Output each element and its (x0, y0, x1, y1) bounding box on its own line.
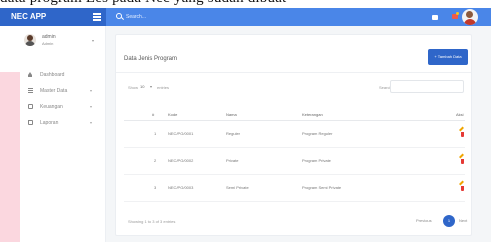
home-icon (28, 72, 32, 77)
table-row: 2 NEC/PG/0002 Private Program Private (124, 148, 465, 175)
user-avatar[interactable] (24, 34, 36, 46)
caption-text: data program Les pada Nec yang sudah dib… (0, 0, 491, 8)
top-navbar: NEC APP (0, 8, 491, 26)
caption: data program Les pada Nec yang sudah dib… (0, 0, 491, 8)
sidebar-item-master-data[interactable]: Master Data ▾ (28, 86, 98, 96)
side-decoration (0, 72, 20, 242)
sidebar-item-label: Dashboard (40, 72, 65, 78)
table-row: 3 NEC/PG/0003 Semi Private Program Semi … (124, 175, 465, 202)
sidebar-item-keuangan[interactable]: Keuangan ▾ (28, 102, 98, 112)
edit-icon[interactable] (459, 180, 464, 186)
page-size-select[interactable]: 10 (140, 84, 144, 90)
data-card: Data Jenis Program + Tambah Data Show 10… (115, 34, 472, 236)
list-icon (28, 88, 33, 93)
row-keterangan: Program Semi Private (302, 185, 342, 190)
table-row: 1 NEC/PG/0001 Reguler Program Reguler (124, 121, 465, 148)
row-nama: Semi Private (226, 185, 249, 190)
column-header-number[interactable]: # (152, 112, 154, 118)
delete-icon[interactable] (461, 159, 464, 164)
entries-label: entries (157, 85, 170, 90)
edit-icon[interactable] (459, 126, 464, 132)
search-icon[interactable] (116, 13, 122, 19)
row-number: 3 (154, 185, 157, 190)
chevron-down-icon: ▾ (90, 88, 93, 93)
chevron-down-icon[interactable]: ▾ (150, 84, 152, 90)
add-data-button[interactable]: + Tambah Data (428, 49, 468, 65)
pagination-next[interactable]: Next (459, 218, 467, 224)
search-input[interactable] (126, 12, 186, 22)
row-nama: Private (226, 158, 239, 163)
row-keterangan: Program Private (302, 158, 331, 163)
user-name: admin (42, 34, 56, 40)
table-info: Showing 1 to 3 of 3 entries (128, 219, 176, 224)
brand-bar: NEC APP (0, 8, 106, 26)
user-menu-caret-icon[interactable]: ▾ (92, 38, 94, 43)
menu-toggle-icon[interactable] (93, 13, 101, 21)
show-label: Show (128, 85, 139, 90)
notification-icon[interactable] (432, 15, 438, 20)
sidebar-item-label: Laporan (40, 120, 59, 126)
sidebar-item-label: Master Data (40, 88, 68, 94)
delete-icon[interactable] (461, 186, 464, 191)
money-icon (28, 104, 33, 109)
profile-avatar[interactable] (462, 9, 478, 25)
table-search-input[interactable] (390, 80, 464, 93)
chevron-down-icon: ▾ (90, 120, 93, 125)
row-number: 1 (154, 131, 157, 136)
flag-icon[interactable] (452, 12, 459, 19)
app-brand[interactable]: NEC APP (11, 11, 46, 22)
row-keterangan: Program Reguler (302, 131, 333, 136)
edit-icon[interactable] (459, 153, 464, 159)
column-header-keterangan[interactable]: Keterangan (302, 112, 323, 118)
row-kode: NEC/PG/0003 (168, 185, 194, 190)
row-kode: NEC/PG/0001 (168, 131, 194, 136)
topbar (106, 8, 491, 26)
pagination-page-1[interactable]: 1 (443, 215, 455, 227)
delete-icon[interactable] (461, 132, 464, 137)
row-kode: NEC/PG/0002 (168, 158, 194, 163)
chevron-down-icon: ▾ (90, 104, 93, 109)
divider (116, 72, 471, 73)
user-role: Admin (42, 41, 54, 46)
document-icon (28, 120, 33, 125)
row-nama: Reguler (226, 131, 241, 136)
sidebar-item-label: Keuangan (40, 104, 63, 110)
sidebar-item-laporan[interactable]: Laporan ▾ (28, 118, 98, 128)
column-header-kode[interactable]: Kode (168, 112, 177, 118)
pagination-previous[interactable]: Previous (416, 218, 432, 224)
sidebar-item-dashboard[interactable]: Dashboard (28, 70, 98, 80)
row-number: 2 (154, 158, 157, 163)
column-header-aksi: Aksi (456, 112, 464, 117)
page-title: Data Jenis Program (124, 56, 178, 62)
main-content: Data Jenis Program + Tambah Data Show 10… (106, 26, 491, 242)
column-header-nama[interactable]: Nama (226, 112, 237, 118)
